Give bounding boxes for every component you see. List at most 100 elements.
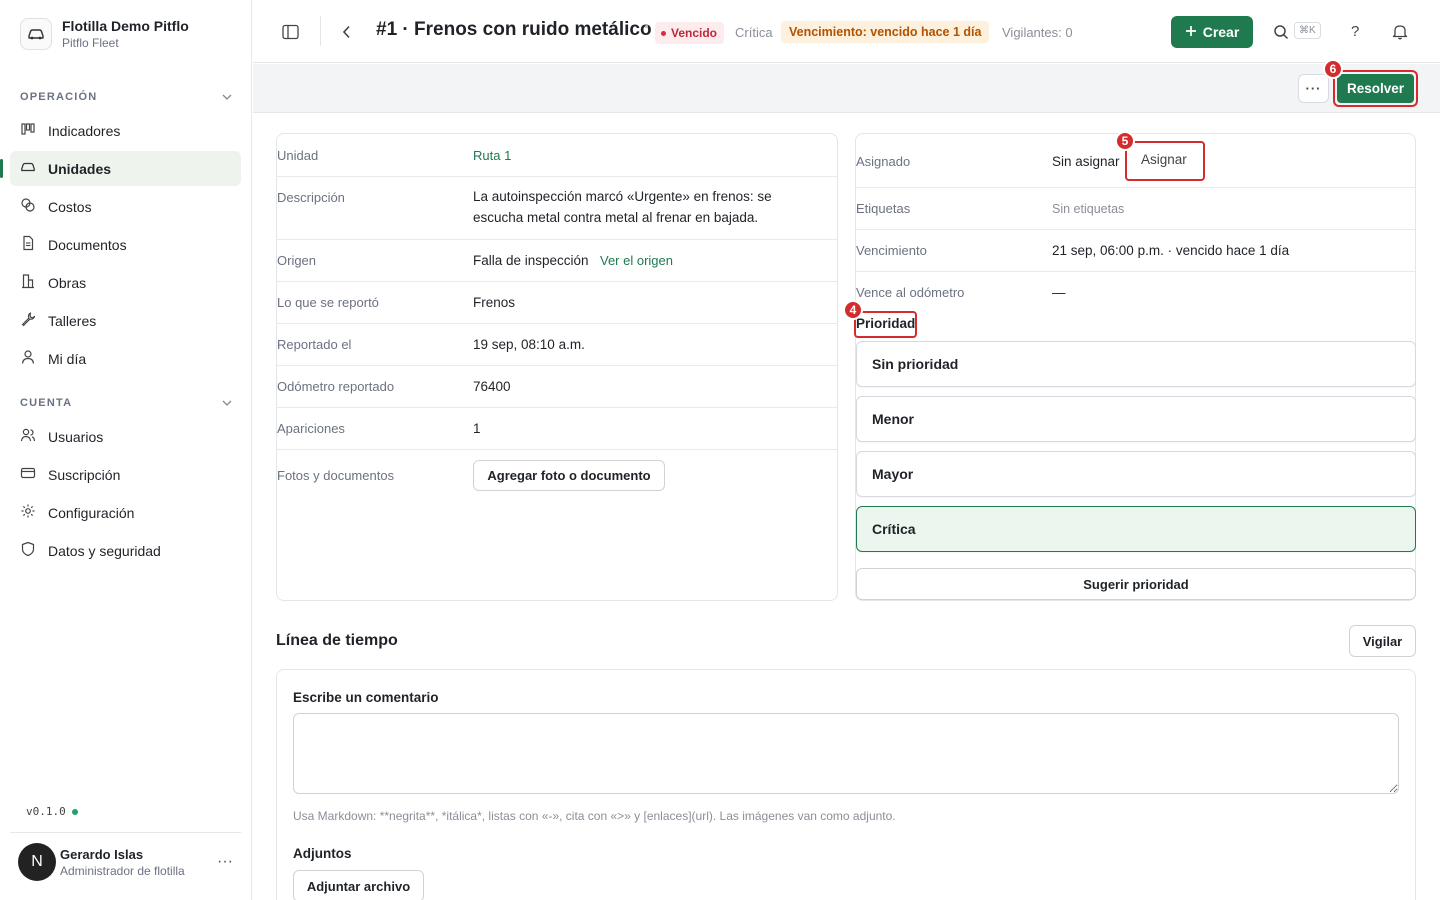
user-role: Administrador de flotilla	[60, 863, 185, 878]
detail-value: Frenos	[473, 295, 516, 310]
status-text: Vencido	[671, 26, 718, 40]
detail-label: Vence al odómetro	[856, 285, 965, 300]
assign-button[interactable]: Asignar	[1141, 152, 1187, 167]
add-photo-button[interactable]: Agregar foto o documento	[473, 460, 665, 491]
comment-input[interactable]	[293, 713, 1399, 794]
section-title: CUENTA	[20, 397, 73, 409]
sidebar-item-mi-dia[interactable]: Mi día	[10, 341, 241, 376]
avatar: N	[18, 843, 56, 881]
org-subtitle: Pitflo Fleet	[62, 36, 119, 50]
priority-option-sin-prioridad[interactable]: Sin prioridad	[856, 341, 1416, 387]
status-dot-icon	[661, 30, 666, 36]
app-version: v0.1.0	[26, 805, 78, 818]
sidebar-item-unidades[interactable]: Unidades	[0, 151, 241, 186]
sidebar-item-obras[interactable]: Obras	[10, 265, 241, 300]
sidebar-item-label: Talleres	[48, 312, 97, 329]
assignee-value: Sin asignar	[1052, 154, 1120, 169]
detail-label: Asignado	[856, 154, 911, 169]
section-title: OPERACIÓN	[20, 91, 98, 103]
assign-card: Asignado Sin asignar Asignar 5 Etiquetas…	[843, 131, 1416, 601]
detail-label: Origen	[277, 253, 317, 268]
person-icon	[20, 349, 36, 368]
sidebar-item-suscripcion[interactable]: Suscripción	[10, 457, 241, 492]
comment-card: Escribe un comentario Usa Markdown: **ne…	[276, 669, 1416, 900]
detail-row-descripcion: Descripción La autoinspección marcó «Urg…	[277, 177, 837, 240]
wrench-icon	[20, 311, 36, 330]
car-icon	[20, 160, 36, 177]
details-card: Unidad Ruta 1 Descripción La autoinspecc…	[276, 133, 838, 601]
user-menu[interactable]: N Gerardo Islas Administrador de flotill…	[10, 832, 241, 881]
watch-button[interactable]: Vigilar	[1349, 625, 1416, 657]
detail-row-reportado-el: Reportado el 19 sep, 08:10 a.m.	[277, 324, 837, 366]
section-cuenta[interactable]: CUENTA	[20, 397, 232, 409]
sidebar-item-label: Obras	[48, 274, 87, 291]
assign-row-etiquetas: Etiquetas Sin etiquetas	[856, 188, 1415, 230]
search-shortcut: ⌘K	[1294, 22, 1321, 39]
sidebar-item-label: Configuración	[48, 504, 135, 521]
sidebar-item-costos[interactable]: Costos	[10, 189, 241, 224]
priority-option-mayor[interactable]: Mayor	[856, 451, 1416, 497]
page-title: #1 · Frenos con ruido metálico	[376, 19, 652, 40]
step-marker-6: 6	[1323, 59, 1343, 79]
coins-icon	[20, 197, 36, 216]
sidebar: Flotilla Demo Pitflo Pitflo Fleet OPERAC…	[0, 0, 252, 900]
sidebar-item-label: Usuarios	[48, 428, 104, 445]
action-bar: ··· Resolver 6	[253, 59, 1440, 113]
user-name: Gerardo Islas	[60, 846, 144, 862]
section-operacion[interactable]: OPERACIÓN	[20, 91, 232, 103]
card-icon	[20, 465, 36, 484]
suggest-priority-button[interactable]: Sugerir prioridad	[856, 568, 1416, 600]
chevron-down-icon	[222, 397, 232, 409]
sidebar-item-label: Documentos	[48, 236, 127, 253]
resolve-highlight: Resolver	[1333, 70, 1418, 107]
detail-row-fotos: Fotos y documentos Agregar foto o docume…	[277, 450, 837, 502]
version-text: v0.1.0	[26, 805, 66, 818]
sidebar-item-datos-seguridad[interactable]: Datos y seguridad	[10, 533, 241, 568]
assign-row-asignado: Asignado Sin asignar Asignar 5	[856, 131, 1415, 188]
sidebar-item-usuarios[interactable]: Usuarios	[10, 419, 241, 454]
search-icon[interactable]	[1273, 24, 1289, 43]
dot-separator	[645, 25, 648, 28]
priority-text: Crítica	[735, 25, 773, 40]
more-horizontal-icon[interactable]: ···	[217, 853, 233, 871]
more-actions-button[interactable]: ···	[1298, 74, 1329, 103]
priority-option-critica[interactable]: Crítica	[856, 506, 1416, 552]
sidebar-item-documentos[interactable]: Documentos	[10, 227, 241, 262]
create-button[interactable]: Crear	[1171, 16, 1253, 48]
sidebar-item-label: Unidades	[48, 160, 112, 177]
gear-icon	[20, 503, 36, 522]
car-icon	[20, 18, 52, 50]
topbar: #1 · Frenos con ruido metálico Vencido C…	[253, 0, 1440, 63]
back-chevron-icon[interactable]	[342, 25, 351, 42]
detail-value: 1	[473, 421, 481, 436]
sidebar-item-configuracion[interactable]: Configuración	[10, 495, 241, 530]
sidebar-item-indicadores[interactable]: Indicadores	[10, 113, 241, 148]
detail-value: 19 sep, 08:10 a.m.	[473, 337, 585, 352]
assign-row-vencimiento: Vencimiento 21 sep, 06:00 p.m. · vencido…	[856, 230, 1415, 272]
building-icon	[20, 273, 36, 292]
priority-label: Prioridad	[856, 316, 916, 331]
bell-icon[interactable]	[1392, 23, 1408, 43]
create-label: Crear	[1202, 24, 1240, 40]
shield-icon	[20, 541, 36, 560]
help-icon[interactable]: ?	[1351, 23, 1359, 40]
detail-label: Apariciones	[277, 421, 345, 436]
priority-option-menor[interactable]: Menor	[856, 396, 1416, 442]
sidebar-item-label: Mi día	[48, 350, 87, 367]
tags-value[interactable]: Sin etiquetas	[1052, 199, 1124, 220]
sidebar-item-label: Costos	[48, 198, 92, 215]
attach-file-button[interactable]: Adjuntar archivo	[293, 870, 424, 900]
detail-row-origen: Origen Falla de inspección Ver el origen	[277, 240, 837, 282]
timeline-title: Línea de tiempo	[276, 632, 398, 649]
step-marker-4: 4	[843, 300, 863, 320]
odometer-due-value: —	[1052, 285, 1066, 300]
sidebar-toggle-icon[interactable]	[282, 24, 299, 43]
org-switcher[interactable]: Flotilla Demo Pitflo Pitflo Fleet	[20, 18, 189, 50]
resolve-button[interactable]: Resolver	[1337, 74, 1414, 103]
due-value: 21 sep, 06:00 p.m. · vencido hace 1 día	[1052, 243, 1290, 258]
origin-link[interactable]: Ver el origen	[600, 250, 673, 271]
markdown-hint: Usa Markdown: **negrita**, *itálica*, li…	[293, 809, 896, 823]
sidebar-item-talleres[interactable]: Talleres	[10, 303, 241, 338]
unit-link[interactable]: Ruta 1	[473, 145, 511, 166]
users-icon	[20, 427, 36, 446]
